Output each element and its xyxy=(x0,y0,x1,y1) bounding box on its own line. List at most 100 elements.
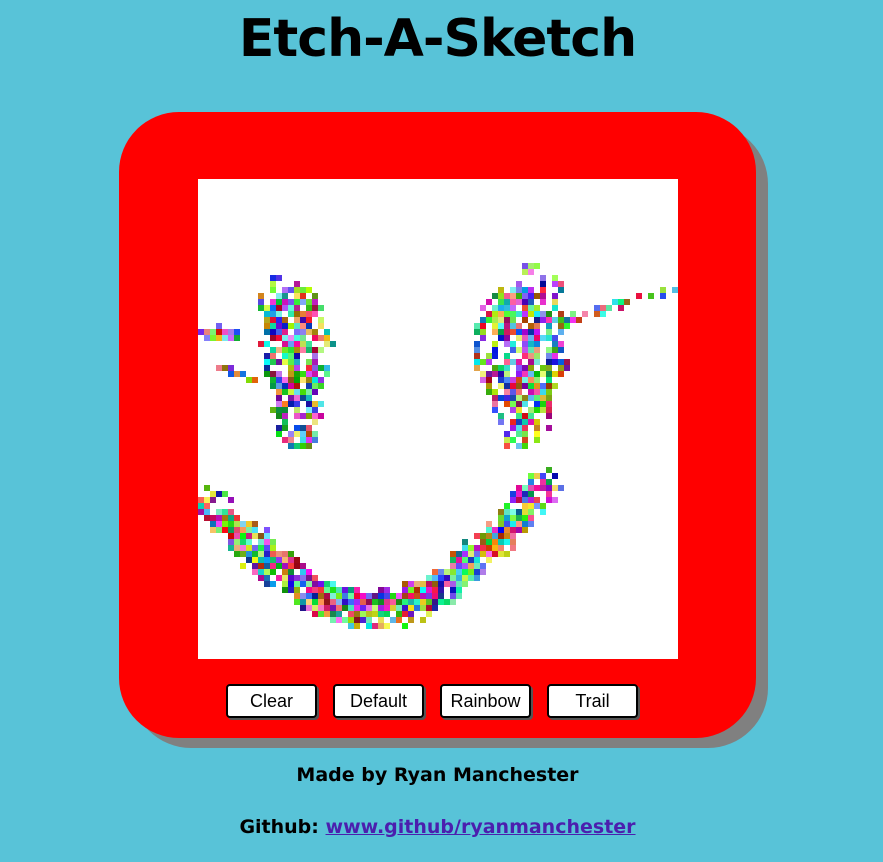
drawn-pixel xyxy=(210,521,216,527)
drawn-pixel xyxy=(282,299,288,305)
drawn-pixel xyxy=(426,581,432,587)
drawn-pixel xyxy=(480,335,486,341)
drawn-pixel xyxy=(384,623,390,629)
drawn-pixel xyxy=(534,335,540,341)
drawn-pixel xyxy=(234,335,240,341)
drawn-pixel xyxy=(504,527,510,533)
drawn-pixel xyxy=(420,617,426,623)
drawn-pixel xyxy=(510,539,516,545)
drawn-pixel xyxy=(222,527,228,533)
drawn-pixel xyxy=(528,287,534,293)
drawn-pixel xyxy=(528,335,534,341)
drawn-pixel xyxy=(534,329,540,335)
drawn-pixel xyxy=(504,533,510,539)
drawn-pixel xyxy=(264,545,270,551)
drawn-pixel xyxy=(408,599,414,605)
drawn-pixel xyxy=(300,443,306,449)
default-button[interactable]: Default xyxy=(333,684,424,718)
drawn-pixel xyxy=(360,599,366,605)
drawn-pixel xyxy=(312,413,318,419)
drawn-pixel xyxy=(498,551,504,557)
github-link[interactable]: www.github/ryanmanchester xyxy=(326,816,636,838)
drawn-pixel xyxy=(498,545,504,551)
drawn-pixel xyxy=(258,551,264,557)
drawn-pixel xyxy=(270,551,276,557)
drawn-pixel xyxy=(288,359,294,365)
drawn-pixel xyxy=(306,365,312,371)
drawn-pixel xyxy=(276,335,282,341)
drawn-pixel xyxy=(498,371,504,377)
drawn-pixel xyxy=(210,527,216,533)
sketch-canvas[interactable] xyxy=(198,179,678,659)
drawn-pixel xyxy=(318,413,324,419)
drawn-pixel xyxy=(552,383,558,389)
drawn-pixel xyxy=(534,371,540,377)
drawn-pixel xyxy=(510,323,516,329)
drawn-pixel xyxy=(390,617,396,623)
drawn-pixel xyxy=(396,599,402,605)
drawn-pixel xyxy=(510,437,516,443)
drawn-pixel xyxy=(534,473,540,479)
drawn-pixel xyxy=(522,311,528,317)
drawn-pixel xyxy=(480,569,486,575)
drawn-pixel xyxy=(300,389,306,395)
drawn-pixel xyxy=(312,575,318,581)
drawn-pixel xyxy=(420,605,426,611)
drawn-pixel xyxy=(402,581,408,587)
drawn-pixel xyxy=(306,287,312,293)
drawn-pixel xyxy=(276,359,282,365)
drawn-pixel xyxy=(300,563,306,569)
drawn-pixel xyxy=(210,329,216,335)
pixel-grid[interactable] xyxy=(198,179,678,659)
drawn-pixel xyxy=(222,335,228,341)
drawn-pixel xyxy=(306,581,312,587)
drawn-pixel xyxy=(252,557,258,563)
drawn-pixel xyxy=(534,353,540,359)
drawn-pixel xyxy=(282,359,288,365)
drawn-pixel xyxy=(504,515,510,521)
drawn-pixel xyxy=(228,365,234,371)
drawn-pixel xyxy=(546,317,552,323)
drawn-pixel xyxy=(522,299,528,305)
drawn-pixel xyxy=(288,431,294,437)
clear-button[interactable]: Clear xyxy=(226,684,317,718)
drawn-pixel xyxy=(522,527,528,533)
drawn-pixel xyxy=(498,365,504,371)
drawn-pixel xyxy=(264,311,270,317)
drawn-pixel xyxy=(522,353,528,359)
drawn-pixel xyxy=(438,593,444,599)
drawn-pixel xyxy=(534,377,540,383)
drawn-pixel xyxy=(552,485,558,491)
drawn-pixel xyxy=(252,377,258,383)
drawn-pixel xyxy=(486,377,492,383)
drawn-pixel xyxy=(300,605,306,611)
drawn-pixel xyxy=(402,623,408,629)
drawn-pixel xyxy=(480,371,486,377)
drawn-pixel xyxy=(240,545,246,551)
drawn-pixel xyxy=(246,551,252,557)
drawn-pixel xyxy=(558,371,564,377)
drawn-pixel xyxy=(300,341,306,347)
drawn-pixel xyxy=(474,545,480,551)
drawn-pixel xyxy=(516,515,522,521)
drawn-pixel xyxy=(276,377,282,383)
drawn-pixel xyxy=(294,389,300,395)
drawn-pixel xyxy=(282,413,288,419)
drawn-pixel xyxy=(528,377,534,383)
drawn-pixel xyxy=(216,323,222,329)
drawn-pixel xyxy=(504,305,510,311)
drawn-pixel xyxy=(528,371,534,377)
drawn-pixel xyxy=(486,317,492,323)
trail-button[interactable]: Trail xyxy=(547,684,638,718)
drawn-pixel xyxy=(288,287,294,293)
drawn-pixel xyxy=(318,593,324,599)
drawn-pixel xyxy=(426,593,432,599)
drawn-pixel xyxy=(366,617,372,623)
drawn-pixel xyxy=(528,419,534,425)
rainbow-button[interactable]: Rainbow xyxy=(440,684,531,718)
drawn-pixel xyxy=(306,569,312,575)
drawn-pixel xyxy=(492,371,498,377)
drawn-pixel xyxy=(270,557,276,563)
drawn-pixel xyxy=(474,533,480,539)
drawn-pixel xyxy=(564,365,570,371)
